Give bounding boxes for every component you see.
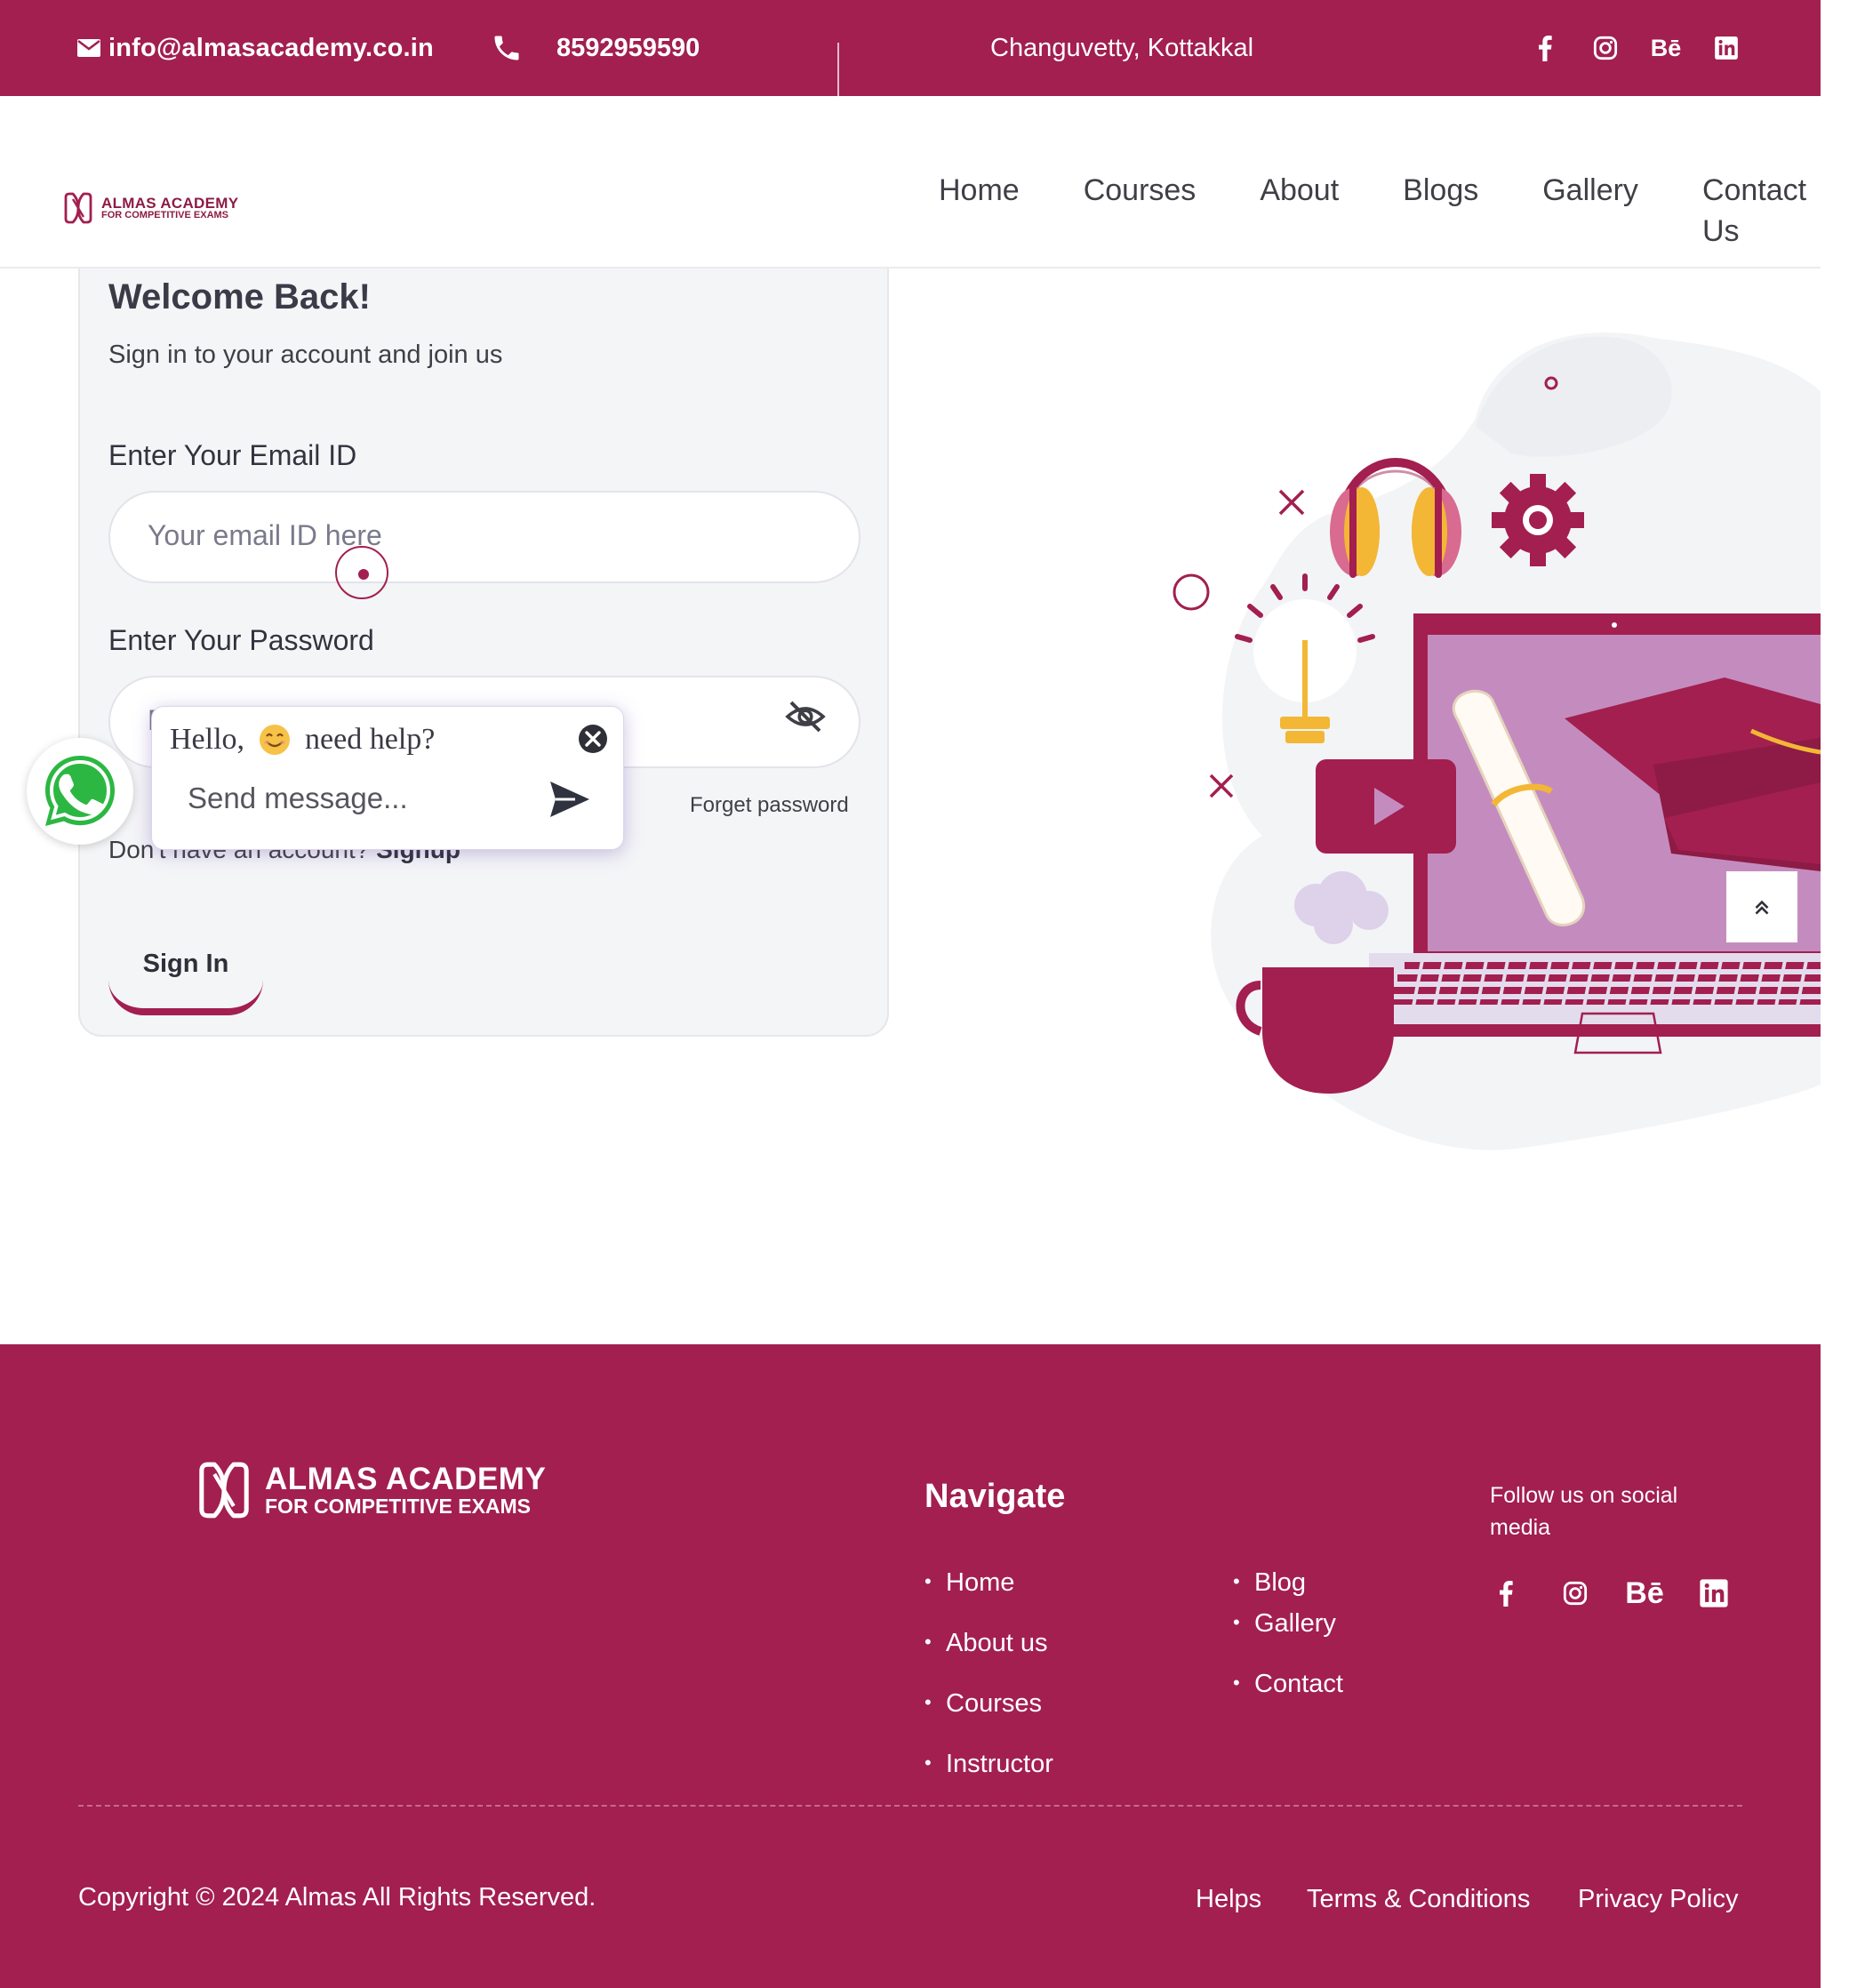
nav-item-gallery[interactable]: Gallery [1542,170,1638,252]
mouse-cursor-indicator [335,546,388,599]
contact-phone-text: 8592959590 [556,33,700,62]
facebook-icon[interactable] [1531,34,1559,62]
footer-logo[interactable]: ALMAS ACADEMY FOR COMPETITIVE EXAMS [192,1458,546,1522]
smiling-face-icon [260,725,291,755]
login-subtitle: Sign in to your account and join us [108,341,503,369]
chat-message-input[interactable]: Send message... [188,782,408,815]
footer-link-courses[interactable]: Courses [924,1689,1042,1719]
nav-item-blogs[interactable]: Blogs [1403,170,1478,252]
footer-logo-name: ALMAS ACADEMY [265,1462,547,1496]
follow-us-text: Follow us on social media [1490,1483,1678,1540]
chat-greeting-before: Hello, [170,723,245,756]
academy-logo-icon [199,1462,249,1519]
nav-item-about[interactable]: About [1260,170,1339,252]
chat-greeting-after: need help? [305,723,436,756]
nav-item-home[interactable]: Home [939,170,1020,252]
contact-phone[interactable]: 8592959590 [491,0,700,96]
nav-item-contact[interactable]: Contact Us [1702,170,1818,252]
double-chevron-up-icon [1755,900,1769,915]
footer-link-gallery[interactable]: Gallery [1233,1609,1336,1639]
close-icon[interactable] [577,723,609,755]
nav-item-courses[interactable]: Courses [1084,170,1197,252]
footer-social-links: Bē [1486,1574,1733,1613]
footer-navigate-title: Navigate [924,1478,1066,1515]
topbar-divider [837,43,839,96]
password-label: Enter Your Password [108,624,374,656]
contact-email[interactable]: info@almasacademy.co.in [76,0,434,96]
send-icon[interactable] [548,780,591,819]
footer-link-contact[interactable]: Contact [1233,1670,1343,1699]
academy-logo-icon [64,192,92,224]
logo-tagline: FOR COMPETITIVE EXAMS [101,210,229,220]
footer-link-instructor[interactable]: Instructor [924,1750,1053,1779]
scroll-to-top-button[interactable] [1726,871,1797,942]
footer-link-helps[interactable]: Helps [1196,1885,1261,1914]
forget-password-link[interactable]: Forget password [690,793,849,818]
education-illustration [1173,333,1821,1150]
whatsapp-icon [45,756,115,826]
logo-name: ALMAS ACADEMY [101,195,239,212]
whatsapp-button[interactable] [27,738,133,845]
envelope-icon [77,39,100,57]
email-placeholder: Your email ID here [148,519,382,551]
main-nav: Home Courses About Blogs Gallery Contact… [939,170,1818,252]
site-footer: ALMAS ACADEMY FOR COMPETITIVE EXAMS Navi… [0,1344,1821,1988]
facebook-icon[interactable] [1486,1574,1525,1613]
linkedin-icon[interactable] [1694,1574,1733,1613]
footer-link-blog[interactable]: Blog [1233,1568,1306,1598]
top-contact-bar: info@almasacademy.co.in 8592959590 Chang… [0,0,1821,96]
footer-divider [78,1805,1742,1807]
eye-slash-icon[interactable] [784,695,827,738]
copyright-text: Copyright © 2024 Almas All Rights Reserv… [78,1883,596,1912]
instagram-icon[interactable] [1556,1574,1595,1613]
linkedin-icon[interactable] [1712,34,1741,62]
footer-link-about[interactable]: About us [924,1629,1048,1658]
footer-link-terms[interactable]: Terms & Conditions [1307,1885,1530,1914]
topbar-social-links: Bē [1531,0,1741,96]
phone-icon [494,36,519,60]
footer-logo-tagline: FOR COMPETITIVE EXAMS [265,1495,532,1518]
email-label: Enter Your Email ID [108,439,357,471]
chat-greeting: Hello, need help? [170,723,435,757]
signin-button[interactable]: Sign In [108,934,263,1015]
login-title: Welcome Back! [108,277,371,317]
chat-popup: Hello, need help? Send message... [151,706,624,850]
instagram-icon[interactable] [1591,34,1620,62]
contact-location: Changuvetty, Kottakkal [990,33,1254,62]
site-header: ALMAS ACADEMY FOR COMPETITIVE EXAMS Home… [0,96,1821,269]
footer-link-privacy[interactable]: Privacy Policy [1578,1885,1739,1914]
footer-link-home[interactable]: Home [924,1568,1014,1598]
email-field[interactable]: Your email ID here [108,491,860,583]
header-logo[interactable]: ALMAS ACADEMY FOR COMPETITIVE EXAMS [60,190,238,226]
behance-icon[interactable]: Bē [1651,34,1682,62]
behance-icon[interactable]: Bē [1625,1574,1664,1613]
contact-email-text: info@almasacademy.co.in [108,33,434,62]
